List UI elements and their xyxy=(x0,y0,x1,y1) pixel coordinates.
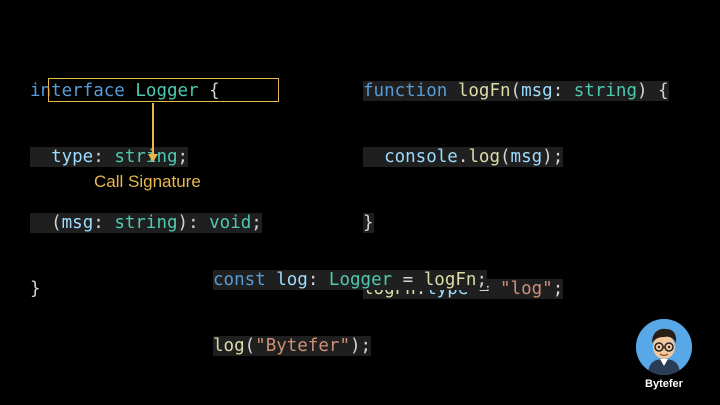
developer-avatar-icon xyxy=(636,319,692,375)
highlight: console.log(msg); xyxy=(363,147,564,167)
argument: msg xyxy=(510,147,543,167)
punctuation: : xyxy=(552,81,574,101)
method: log xyxy=(468,147,500,167)
punctuation: ( xyxy=(510,81,522,101)
usage-code-block: const log: Logger = logFn; log("Bytefer"… xyxy=(213,225,487,379)
variable: log xyxy=(276,270,308,290)
code-line: type: string; xyxy=(30,146,262,168)
punctuation: ) { xyxy=(636,81,669,101)
punctuation: ; xyxy=(552,279,564,299)
punctuation: } xyxy=(30,279,41,299)
punctuation: : xyxy=(93,147,115,167)
type-name: Logger xyxy=(328,270,393,290)
parameter: msg xyxy=(61,213,94,233)
string: "Bytefer" xyxy=(255,336,350,356)
highlight: const log: Logger = logFn; xyxy=(213,270,487,290)
code-line: console.log(msg); xyxy=(363,146,669,168)
punctuation: ): xyxy=(177,213,210,233)
string: "log" xyxy=(500,279,553,299)
keyword: const xyxy=(213,270,266,290)
code-line: function logFn(msg: string) { xyxy=(363,80,669,102)
code-line: const log: Logger = logFn; xyxy=(213,269,487,291)
code-line: log("Bytefer"); xyxy=(213,335,487,357)
highlight: type: string; xyxy=(30,147,189,167)
punctuation: ); xyxy=(349,336,372,356)
avatar-illustration xyxy=(636,319,692,375)
punctuation: ( xyxy=(500,147,511,167)
function-name: logFn xyxy=(423,270,477,290)
punctuation: ; xyxy=(177,147,189,167)
call-signature-box xyxy=(48,78,279,102)
brand-name: Bytefer xyxy=(645,378,683,390)
type-name: string xyxy=(573,81,637,101)
type-name: string xyxy=(114,147,178,167)
punctuation: ); xyxy=(542,147,564,167)
operator: = xyxy=(392,270,424,290)
punctuation: ; xyxy=(476,270,487,290)
parameter: msg xyxy=(521,81,553,101)
call-signature-label: Call Signature xyxy=(94,172,201,191)
property: type xyxy=(51,147,94,167)
object: console xyxy=(384,147,458,167)
punctuation: : xyxy=(307,270,329,290)
highlight: log("Bytefer"); xyxy=(213,336,372,356)
punctuation: ( xyxy=(244,336,256,356)
function-name: logFn xyxy=(457,81,511,101)
keyword: function xyxy=(363,81,448,101)
function-name: log xyxy=(213,336,245,356)
highlight: function logFn(msg: string) { xyxy=(363,81,669,101)
punctuation: . xyxy=(457,147,469,167)
type-name: string xyxy=(114,213,178,233)
punctuation: : xyxy=(93,213,115,233)
annotation-arrow-line xyxy=(152,103,154,155)
punctuation: ( xyxy=(51,213,62,233)
arrow-down-icon xyxy=(148,154,158,162)
